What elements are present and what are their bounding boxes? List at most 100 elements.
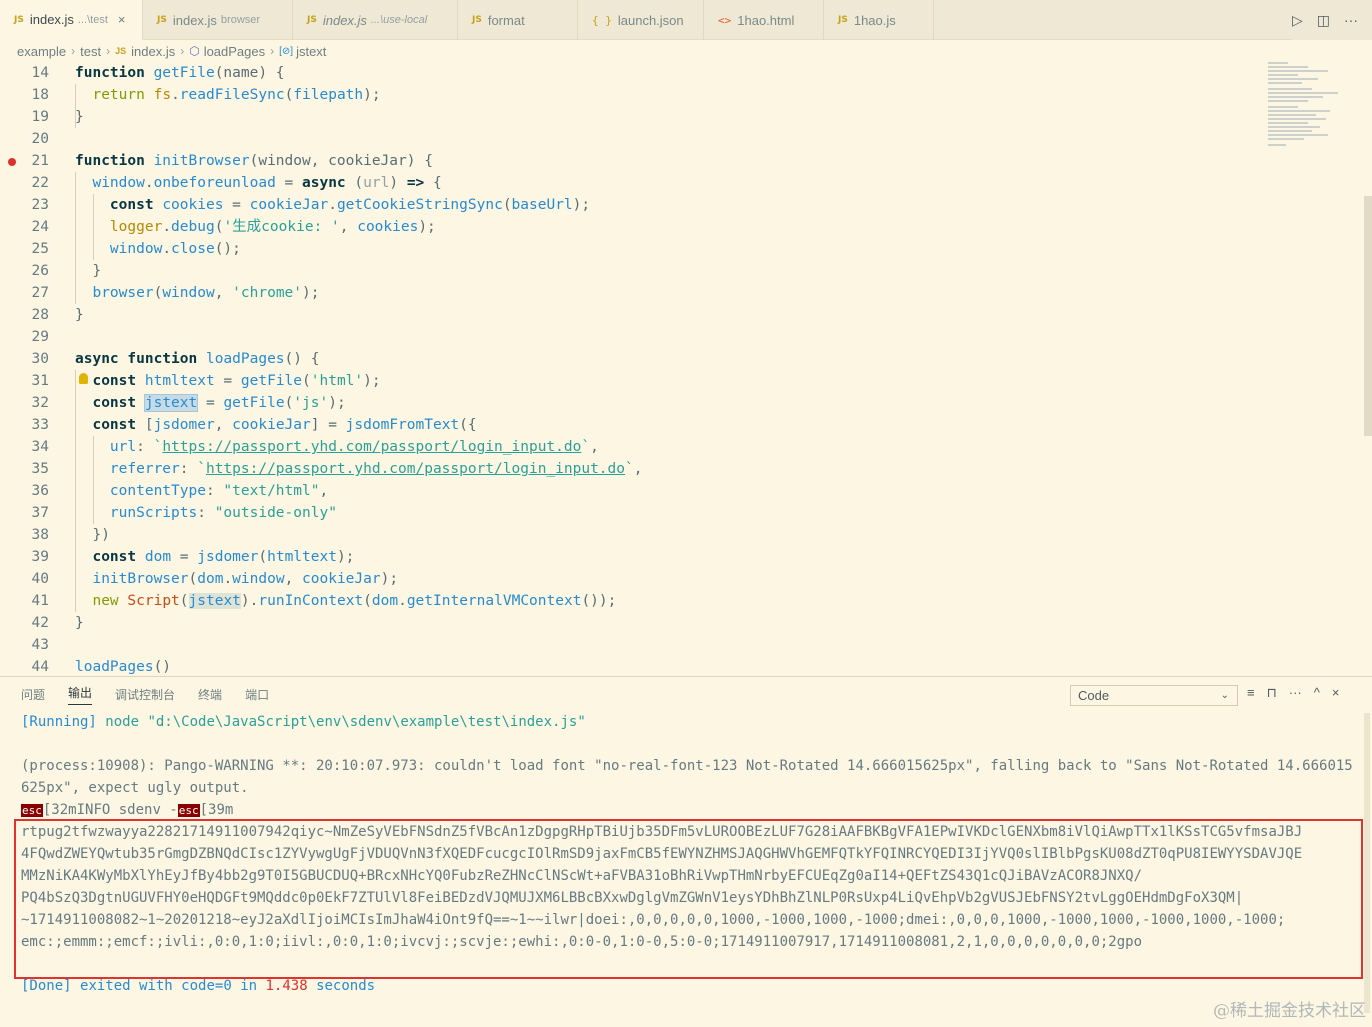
tab-index-test[interactable]: JS index.js ...\test × — [0, 0, 143, 40]
breadcrumb-item[interactable]: jstext — [296, 44, 326, 59]
line-number: 39 — [31, 549, 49, 565]
line-number: 23 — [31, 197, 49, 213]
chevron-right-icon: › — [180, 44, 185, 58]
breadcrumb-item[interactable]: test — [80, 44, 101, 59]
code-editor[interactable]: 14 function getFile(name) { 18 return fs.… — [0, 62, 1372, 676]
line-number: 32 — [31, 395, 49, 411]
line-number: 35 — [31, 461, 49, 477]
js-file-icon: JS — [307, 15, 317, 25]
more-icon[interactable]: ··· — [1344, 12, 1358, 28]
run-icon[interactable]: ▷ — [1292, 12, 1303, 29]
code-text: function getFile(name) { — [75, 65, 285, 81]
code-text: window.onbeforeunload = async (url) => { — [92, 175, 442, 191]
code-text: contentType: "text/html", — [109, 483, 329, 499]
minimap[interactable] — [1268, 62, 1358, 152]
js-file-icon: JS — [472, 15, 482, 25]
watermark: @稀土掘金技术社区 — [1213, 1001, 1366, 1021]
line-number: 42 — [31, 615, 49, 631]
breadcrumb-item[interactable]: example — [17, 44, 66, 59]
breadcrumb-item[interactable]: index.js — [131, 44, 175, 59]
breadcrumb: example › test › JS index.js › ⬡ loadPag… — [0, 40, 1372, 62]
code-text: new Script(jstext).runInContext(dom.getI… — [92, 593, 617, 609]
code-text: window.close(); — [109, 241, 241, 257]
html-file-icon: <> — [718, 13, 732, 27]
tab-debug-console[interactable]: 调试控制台 — [115, 686, 175, 703]
line-number: 25 — [31, 241, 49, 257]
code-text: const dom = jsdomer(htmltext); — [92, 549, 355, 565]
line-number: 28 — [31, 307, 49, 323]
tab-problems[interactable]: 问题 — [21, 686, 45, 703]
tab-description: ...\use-local — [370, 14, 428, 26]
code-text: const jstext = getFile('js'); — [92, 394, 346, 412]
chevron-right-icon: › — [270, 44, 275, 58]
line-number: 31 — [31, 373, 49, 389]
tab-label: index.js — [172, 12, 217, 28]
line-number: 44 — [31, 659, 49, 675]
close-icon[interactable]: × — [118, 12, 126, 27]
code-text: const [jsdomer, cookieJar] = jsdomFromTe… — [92, 417, 477, 433]
line-number: 33 — [31, 417, 49, 433]
tab-label: launch.json — [617, 12, 684, 28]
tab-label: 1hao.html — [737, 12, 795, 28]
line-number: 34 — [31, 439, 49, 455]
code-text: } — [75, 109, 84, 125]
code-text: } — [75, 263, 102, 279]
tab-output[interactable]: 输出 — [68, 684, 93, 705]
running-line: [Running] node "d:\Code\JavaScript\env\s… — [21, 714, 586, 730]
breadcrumb-item[interactable]: loadPages — [204, 44, 265, 59]
line-number: 22 — [31, 175, 49, 191]
line-number: 41 — [31, 593, 49, 609]
code-text: return fs.readFileSync(filepath); — [92, 87, 381, 103]
line-number: 27 — [31, 285, 49, 301]
chevron-right-icon: › — [71, 44, 76, 58]
code-text: async function loadPages() { — [75, 351, 320, 367]
tab-format[interactable]: JS format — [458, 0, 578, 40]
line-number: 43 — [31, 637, 49, 653]
code-text: referrer: `https://passport.yhd.com/pass… — [109, 461, 643, 477]
tab-index-use-local[interactable]: JS index.js ...\use-local — [293, 0, 458, 40]
info-line: esc[32mINFO sdenv -esc[39m — [21, 802, 234, 818]
maximize-panel-icon[interactable]: ^ — [1314, 685, 1320, 701]
js-file-icon: JS — [838, 15, 848, 25]
editor-scrollbar[interactable] — [1364, 196, 1372, 436]
close-panel-icon[interactable]: × — [1332, 685, 1340, 701]
line-number: 40 — [31, 571, 49, 587]
line-number: 38 — [31, 527, 49, 543]
panel-tabs: 问题 输出 调试控制台 终端 端口 — [0, 677, 269, 711]
tab-label: index.js — [322, 12, 367, 28]
code-text: browser(window, 'chrome'); — [92, 285, 320, 301]
tab-description: ...\test — [77, 13, 108, 26]
tab-label: format — [487, 12, 525, 28]
line-number: 18 — [31, 87, 49, 103]
line-number: 21 — [31, 153, 49, 169]
line-number: 19 — [31, 109, 49, 125]
tab-index-browser[interactable]: JS index.js browser — [143, 0, 293, 40]
line-number: 29 — [31, 329, 49, 345]
code-text: loadPages() — [75, 659, 172, 675]
clear-output-icon[interactable]: ≡ — [1247, 685, 1255, 701]
panel-actions: ≡ ⊓ ··· ^ × — [1247, 685, 1339, 701]
tab-ports[interactable]: 端口 — [245, 686, 269, 703]
editor-actions: ▷ ◫ ··· — [1291, 0, 1372, 40]
panel-scrollbar[interactable] — [1364, 713, 1370, 1013]
code-text: initBrowser(dom.window, cookieJar); — [92, 571, 399, 587]
tab-1hao-html[interactable]: <> 1hao.html — [704, 0, 824, 40]
js-file-icon: JS — [157, 15, 167, 25]
tab-terminal[interactable]: 终端 — [198, 686, 222, 703]
tab-1hao-js[interactable]: JS 1hao.js — [824, 0, 934, 40]
js-file-icon: JS — [115, 46, 127, 56]
line-number: 14 — [31, 65, 49, 81]
highlight-annotation-box — [14, 819, 1363, 979]
line-number: 20 — [31, 131, 49, 147]
split-editor-icon[interactable]: ◫ — [1317, 12, 1330, 29]
tab-label: 1hao.js — [853, 12, 896, 28]
lock-icon[interactable]: ⊓ — [1267, 685, 1277, 701]
js-file-icon: JS — [14, 14, 24, 25]
line-number: 37 — [31, 505, 49, 521]
line-number: 24 — [31, 219, 49, 235]
more-icon[interactable]: ··· — [1289, 685, 1302, 701]
code-text: runScripts: "outside-only" — [109, 505, 337, 521]
output-channel-select[interactable]: Code ⌄ — [1070, 685, 1238, 706]
tab-launch-json[interactable]: { } launch.json — [578, 0, 704, 40]
code-text: const htmltext = getFile('html'); — [92, 373, 381, 389]
